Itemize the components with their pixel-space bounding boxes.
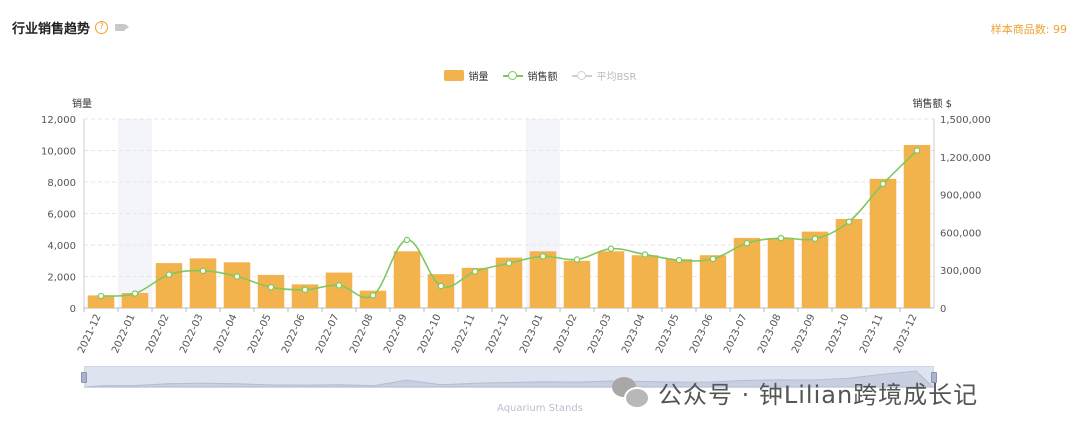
x-tick-label: 2022-08 — [348, 313, 376, 356]
x-tick-label: 2023-10 — [824, 313, 852, 356]
point-sales — [471, 268, 479, 275]
y-right-tick-label: 600,000 — [940, 228, 981, 239]
bar-volume — [699, 255, 727, 308]
x-tick-label: 2022-10 — [416, 313, 444, 356]
bar-volume — [801, 231, 829, 308]
point-sales — [199, 267, 207, 275]
point-sales — [879, 180, 887, 188]
point-sales — [233, 273, 241, 280]
x-tick-label: 2023-09 — [790, 313, 818, 356]
x-tick-label: 2022-05 — [246, 313, 274, 356]
bar-volume — [189, 258, 217, 308]
point-sales — [97, 292, 105, 300]
x-tick-label: 2023-05 — [654, 313, 682, 356]
watermark: 公众号 · 钟Lilian跨境成长记 — [612, 374, 978, 410]
bar-volume — [597, 251, 625, 308]
x-tick-label: 2023-12 — [892, 313, 920, 356]
y-left-tick-label: 0 — [70, 304, 76, 315]
point-sales — [437, 282, 445, 290]
slider-handle-left[interactable] — [81, 372, 87, 383]
y-right-tick-label: 900,000 — [940, 191, 981, 202]
point-sales — [607, 245, 615, 252]
bar-volume — [393, 251, 421, 308]
bar-volume — [529, 251, 557, 308]
y-right-tick-label: 1,200,000 — [940, 153, 991, 164]
bar-volume — [869, 178, 897, 308]
point-sales — [709, 255, 717, 263]
bar-volume — [835, 219, 863, 308]
bar-volume — [665, 259, 693, 308]
point-sales — [777, 234, 785, 242]
x-tick-label: 2022-09 — [382, 313, 410, 356]
watermark-text: 公众号 · 钟Lilian跨境成长记 — [658, 380, 979, 409]
x-tick-label: 2023-03 — [586, 313, 614, 356]
point-sales — [913, 147, 921, 154]
y-right-tick-label: 0 — [940, 304, 946, 315]
point-sales — [369, 292, 377, 299]
point-sales — [845, 218, 853, 225]
x-tick-label: 2022-04 — [212, 313, 240, 356]
point-sales — [301, 286, 309, 293]
point-sales — [539, 253, 547, 260]
y-left-tick-label: 12,000 — [41, 115, 76, 126]
bar-volume — [155, 263, 183, 308]
point-sales — [641, 251, 649, 258]
point-sales — [743, 239, 751, 247]
bar-volume — [631, 255, 659, 308]
x-tick-label: 2023-06 — [688, 313, 716, 356]
x-tick-label: 2023-04 — [620, 313, 648, 356]
y-right-tick-label: 1,500,000 — [940, 115, 991, 126]
x-tick-label: 2023-07 — [722, 313, 750, 356]
x-tick-label: 2023-01 — [518, 313, 546, 356]
x-tick-label: 2022-11 — [450, 313, 478, 356]
x-tick-label: 2022-03 — [178, 313, 206, 356]
bar-volume — [733, 237, 761, 308]
bar-volume — [563, 260, 591, 308]
bar-volume — [325, 272, 353, 308]
bar-volume — [767, 237, 795, 308]
point-sales — [505, 260, 513, 267]
y-left-tick-label: 4,000 — [47, 241, 76, 252]
bar-volume — [257, 274, 285, 308]
point-sales — [811, 235, 819, 242]
point-sales — [403, 236, 411, 244]
y-left-tick-label: 10,000 — [41, 147, 76, 158]
point-sales — [131, 290, 139, 297]
bar-volume — [427, 274, 455, 308]
x-tick-label: 2022-12 — [484, 313, 512, 356]
point-sales — [165, 271, 173, 278]
point-sales — [675, 256, 683, 264]
x-tick-label: 2022-07 — [314, 313, 342, 356]
point-sales — [573, 256, 581, 263]
wechat-icon — [612, 374, 650, 410]
x-tick-label: 2022-02 — [144, 313, 172, 356]
y-left-tick-label: 2,000 — [47, 273, 76, 284]
y-right-tick-label: 300,000 — [940, 266, 981, 277]
x-tick-label: 2023-02 — [552, 313, 580, 356]
bar-volume — [223, 262, 251, 308]
y-left-tick-label: 6,000 — [47, 210, 76, 221]
point-sales — [335, 282, 343, 289]
x-tick-label: 2023-08 — [756, 313, 784, 356]
y-left-tick-label: 8,000 — [47, 178, 76, 189]
x-tick-label: 2021-12 — [76, 313, 104, 356]
point-sales — [267, 284, 275, 291]
bar-volume — [903, 144, 931, 308]
x-tick-label: 2022-01 — [110, 313, 138, 356]
x-tick-label: 2023-11 — [858, 313, 886, 356]
x-tick-label: 2022-06 — [280, 313, 308, 356]
